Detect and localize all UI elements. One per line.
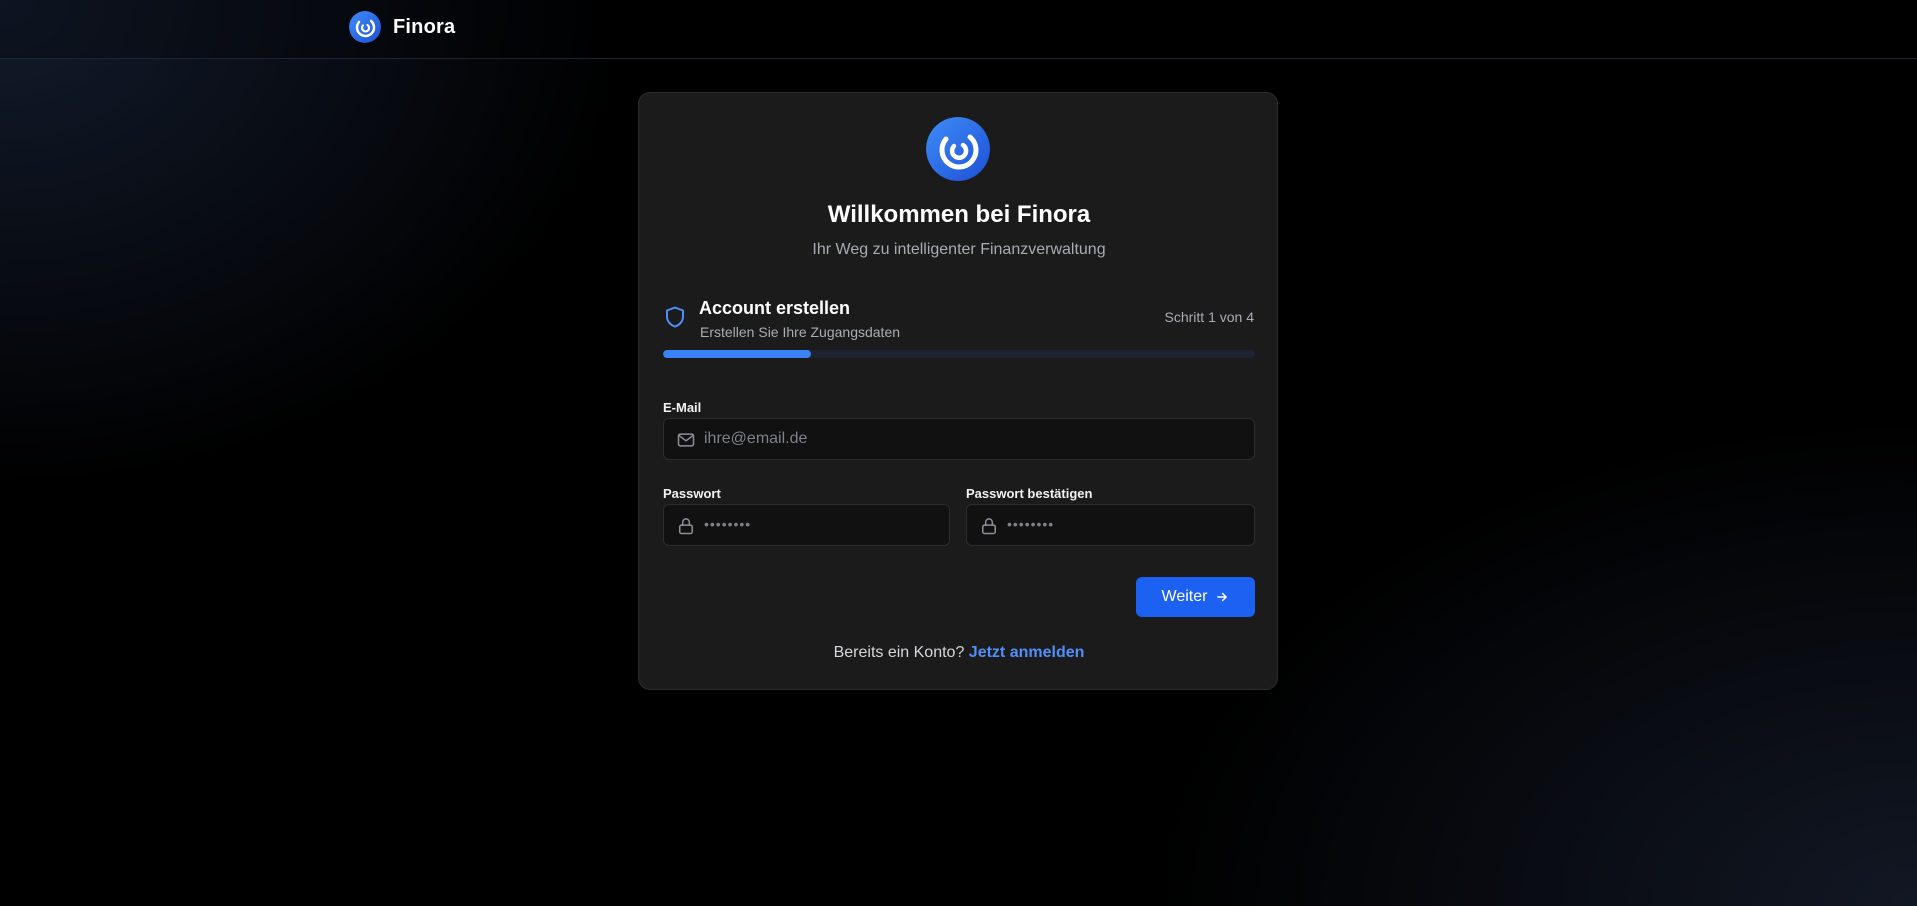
- step-progress-fill: [663, 350, 811, 358]
- login-prompt-text: Bereits ein Konto?: [833, 644, 965, 661]
- arrow-right-icon: [1217, 592, 1228, 602]
- password-confirm-field[interactable]: [966, 504, 1255, 546]
- brand-name: Finora: [393, 15, 456, 38]
- email-field[interactable]: [663, 418, 1255, 460]
- login-prompt: Bereits ein Konto? Jetzt anmelden: [639, 644, 1279, 662]
- lock-icon: [982, 518, 996, 535]
- finora-logo-icon: [926, 117, 990, 181]
- page-title: Willkommen bei Finora: [827, 201, 1091, 228]
- email-input[interactable]: [704, 419, 1244, 459]
- shield-icon: [666, 306, 684, 328]
- step-counter: Schritt 1 von 4: [1164, 309, 1255, 325]
- password-input[interactable]: [704, 505, 939, 545]
- password-field[interactable]: [663, 504, 950, 546]
- step-progress-bar: [663, 350, 1255, 358]
- brand[interactable]: Finora: [349, 11, 455, 43]
- lock-icon: [679, 518, 693, 535]
- password-confirm-label: Passwort bestätigen: [966, 486, 1093, 501]
- password-confirm-input[interactable]: [1007, 505, 1244, 545]
- signup-card: Willkommen bei Finora Ihr Weg zu intelli…: [638, 92, 1278, 690]
- login-link[interactable]: Jetzt anmelden: [969, 644, 1085, 661]
- mail-icon: [677, 433, 695, 447]
- password-label: Passwort: [663, 486, 721, 501]
- next-button[interactable]: Weiter: [1136, 577, 1255, 617]
- page-subtitle: Ihr Weg zu intelligenter Finanzverwaltun…: [812, 241, 1106, 258]
- email-label: E-Mail: [663, 400, 702, 415]
- next-button-label: Weiter: [1161, 588, 1208, 605]
- step-description: Erstellen Sie Ihre Zugangsdaten: [700, 324, 901, 340]
- top-navbar: Finora: [0, 0, 1917, 59]
- finora-logo-icon: [349, 11, 381, 43]
- step-title: Account erstellen: [699, 298, 851, 318]
